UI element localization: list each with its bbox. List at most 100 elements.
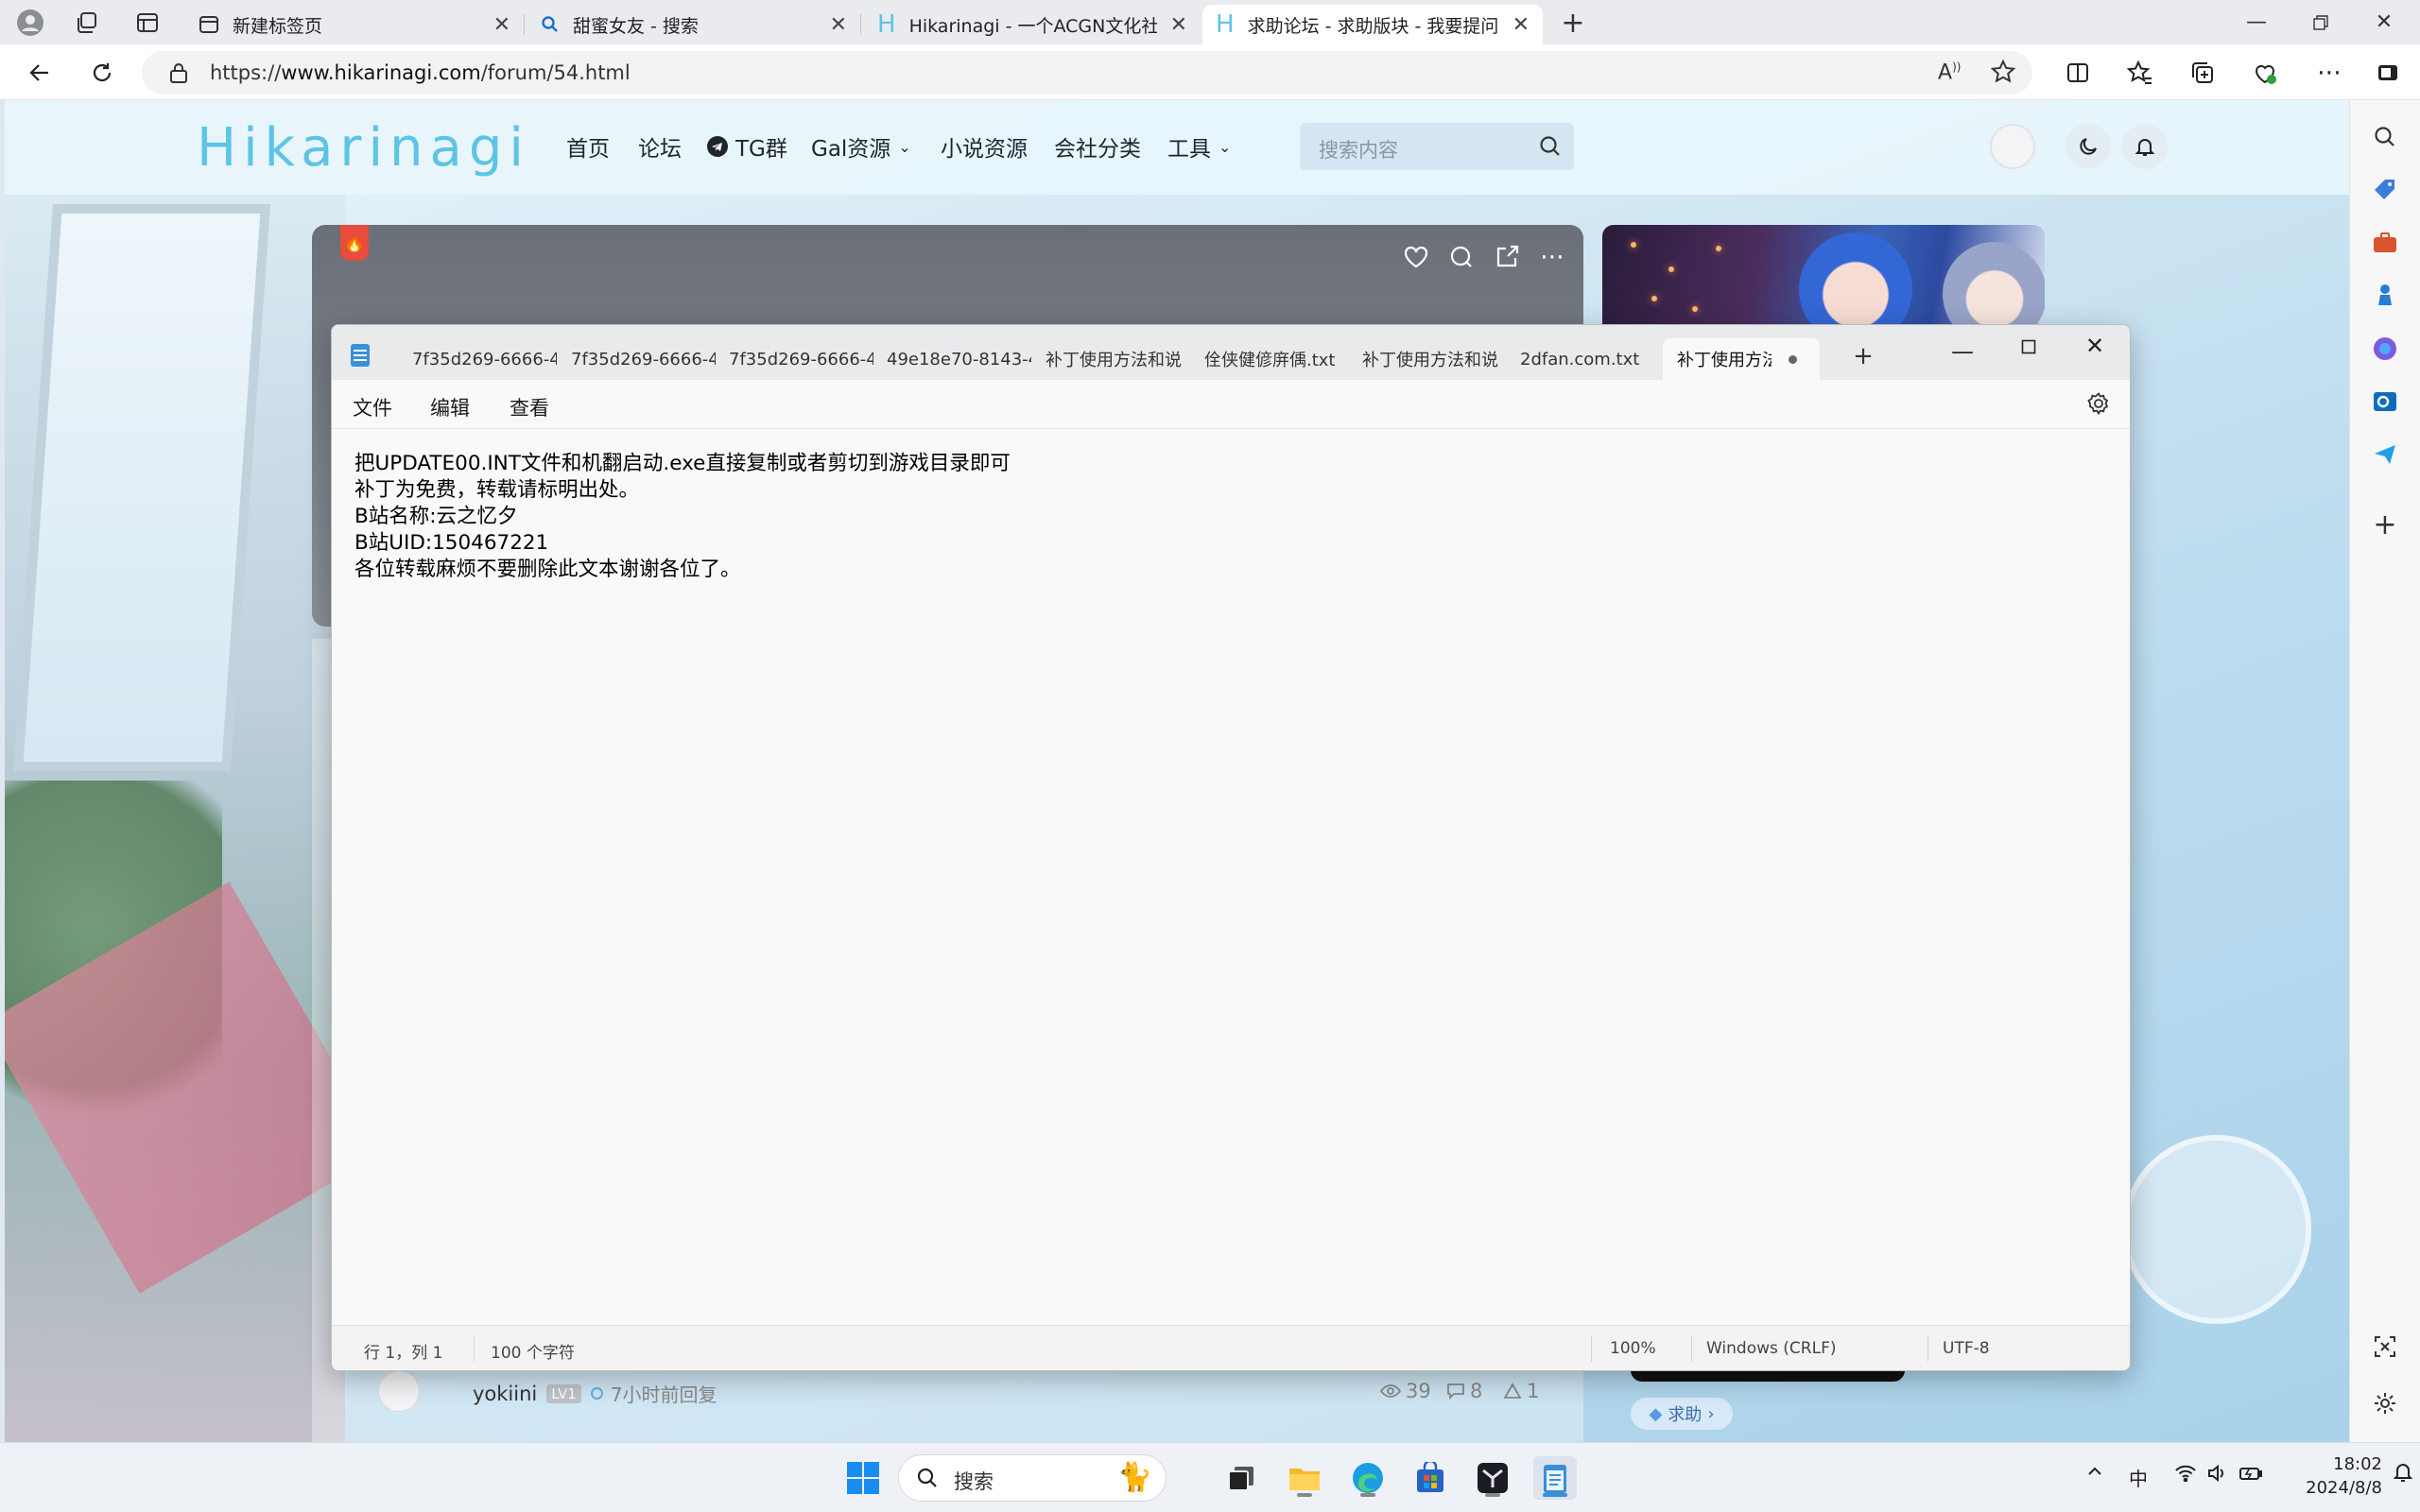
notepad-tab[interactable]: 佺侠健偐庰偊.txt: [1190, 338, 1349, 380]
nav-company-categories[interactable]: 会社分类: [1054, 130, 1141, 163]
notepad-close-icon[interactable]: ✕: [2062, 325, 2128, 367]
sidebar-toggle-icon[interactable]: [2369, 54, 2407, 92]
close-tab-icon[interactable]: ✕: [1512, 13, 1530, 37]
url-text[interactable]: https://www.hikarinagi.com/forum/54.html: [210, 61, 631, 84]
browser-tab-forum[interactable]: H 求助论坛 - 求助版块 - 我要提问！ ✕: [1202, 5, 1543, 44]
outlook-icon[interactable]: [2367, 384, 2403, 420]
url-bar[interactable]: https://www.hikarinagi.com/forum/54.html…: [142, 51, 2032, 94]
nav-novel-resources[interactable]: 小说资源: [941, 130, 1028, 163]
site-search-input[interactable]: 搜索内容: [1300, 123, 1574, 170]
menu-view[interactable]: 查看: [510, 393, 549, 421]
line-ending[interactable]: Windows (CRLF): [1706, 1339, 1837, 1358]
game-app-icon[interactable]: [1471, 1456, 1514, 1500]
notepad-tab[interactable]: 补丁使用方法和说: [1031, 338, 1190, 380]
notepad-tab[interactable]: 49e18e70-8143-40: [873, 338, 1031, 380]
games-chess-icon[interactable]: [2367, 278, 2403, 314]
close-tab-icon[interactable]: ✕: [1170, 13, 1187, 37]
site-logo[interactable]: Hikarinagi: [197, 117, 530, 179]
restore-icon[interactable]: [2290, 0, 2351, 44]
send-plane-icon[interactable]: [2367, 437, 2403, 472]
share-icon[interactable]: [1490, 240, 1524, 274]
microsoft-store-icon[interactable]: [1409, 1456, 1452, 1500]
search-icon[interactable]: [1538, 134, 1563, 163]
notepad-tab[interactable]: 7f35d269-6666-42: [398, 338, 557, 380]
nav-tools[interactable]: 工具 ⌄: [1167, 130, 1231, 163]
notepad-tab[interactable]: 补丁使用方法和说: [1348, 338, 1507, 380]
close-window-icon[interactable]: ✕: [2354, 0, 2414, 44]
encoding[interactable]: UTF-8: [1943, 1339, 1990, 1358]
menu-edit[interactable]: 编辑: [430, 393, 470, 421]
new-tab-button[interactable]: +: [1554, 7, 1592, 40]
dark-mode-icon[interactable]: [2066, 124, 2111, 169]
user-avatar[interactable]: [1990, 124, 2035, 169]
edge-browser-icon[interactable]: [1346, 1456, 1390, 1500]
profile-icon[interactable]: [11, 7, 49, 39]
workspaces-icon[interactable]: [68, 7, 106, 39]
nav-home[interactable]: 首页: [566, 130, 610, 163]
read-aloud-icon[interactable]: A)): [1938, 60, 1961, 84]
notepad-tab[interactable]: 7f35d269-6666-42: [557, 338, 716, 380]
username[interactable]: yokiini: [473, 1383, 537, 1405]
more-options-icon[interactable]: ⋯: [2310, 54, 2348, 92]
collections-icon[interactable]: [2184, 54, 2221, 92]
split-screen-icon[interactable]: [2059, 54, 2097, 92]
close-tab-icon[interactable]: ✕: [493, 13, 510, 37]
zoom-level[interactable]: 100%: [1610, 1339, 1656, 1358]
notepad-tab-active[interactable]: 补丁使用方法: [1663, 338, 1820, 380]
wifi-icon[interactable]: [2174, 1464, 2197, 1487]
notepad-window[interactable]: 7f35d269-6666-42 7f35d269-6666-42 7f35d2…: [331, 324, 2131, 1371]
screenshot-icon[interactable]: [2367, 1329, 2403, 1365]
like-heart-icon[interactable]: [1399, 240, 1433, 274]
browser-tab-hikarinagi[interactable]: H Hikarinagi - 一个ACGN文化社区 ✕: [864, 5, 1201, 44]
task-view-icon[interactable]: [1219, 1456, 1263, 1500]
shopping-tag-icon[interactable]: [2367, 172, 2403, 208]
vertical-tabs-icon[interactable]: [129, 7, 166, 39]
sidebar-search-icon[interactable]: [2367, 119, 2403, 155]
close-tab-icon[interactable]: ✕: [830, 13, 847, 37]
notepad-taskbar-icon[interactable]: [1533, 1456, 1577, 1500]
back-icon[interactable]: [21, 54, 59, 92]
help-tag-chip[interactable]: ◆ 求助 ›: [1631, 1398, 1733, 1430]
settings-gear-icon[interactable]: [2367, 1385, 2403, 1421]
notification-bell-icon[interactable]: [2393, 1462, 2413, 1487]
nav-forum[interactable]: 论坛: [638, 130, 682, 163]
tray-overflow-chevron-icon[interactable]: [2085, 1462, 2104, 1486]
taskbar-search-input[interactable]: 搜索 🐈: [898, 1454, 1167, 1502]
minimize-icon[interactable]: —: [2226, 0, 2287, 44]
nav-gal-resources[interactable]: Gal资源 ⌄: [811, 130, 911, 163]
notepad-new-tab-button[interactable]: +: [1844, 342, 1882, 370]
start-windows-icon[interactable]: [841, 1456, 885, 1500]
sidebar-banner-image[interactable]: [1602, 225, 2045, 329]
volume-icon[interactable]: [2206, 1464, 2229, 1487]
tools-briefcase-icon[interactable]: [2367, 225, 2403, 261]
file-explorer-icon[interactable]: [1283, 1456, 1326, 1500]
lock-icon[interactable]: [168, 61, 189, 88]
unsaved-dot-icon[interactable]: [1789, 355, 1797, 364]
ime-indicator[interactable]: 中: [2129, 1464, 2148, 1491]
notepad-titlebar[interactable]: 7f35d269-6666-42 7f35d269-6666-42 7f35d2…: [332, 325, 2130, 380]
notepad-settings-gear-icon[interactable]: [2086, 391, 2113, 418]
favorite-star-icon[interactable]: [1990, 59, 2016, 89]
browser-tab-search[interactable]: 甜蜜女友 - 搜索 ✕: [527, 5, 861, 44]
browser-essentials-icon[interactable]: [2246, 54, 2284, 92]
notepad-tab[interactable]: 2dfan.com.txt: [1506, 338, 1665, 380]
notepad-tab[interactable]: 7f35d269-6666-42: [715, 338, 873, 380]
notepad-text-area[interactable]: 把UPDATE00.INT文件和机翻启动.exe直接复制或者剪切到游戏目录即可 …: [354, 451, 1011, 583]
battery-icon[interactable]: [2238, 1464, 2263, 1487]
system-clock[interactable]: 18:02 2024/8/8: [2278, 1452, 2382, 1500]
comment-icon[interactable]: [1444, 240, 1478, 274]
nav-telegram[interactable]: TG群: [707, 130, 787, 163]
refresh-icon[interactable]: [83, 54, 121, 92]
notifications-bell-icon[interactable]: [2122, 124, 2168, 169]
avatar[interactable]: [378, 1370, 420, 1412]
post-list-item[interactable]: yokiini LV1 7小时前回复 39 8 1: [312, 1366, 1583, 1423]
add-sidebar-app-icon[interactable]: +: [2367, 507, 2403, 542]
menu-file[interactable]: 文件: [353, 393, 392, 421]
copilot-icon[interactable]: [2367, 331, 2403, 367]
favorites-icon[interactable]: [2121, 54, 2159, 92]
browser-tab-new[interactable]: 新建标签页 ✕: [185, 5, 525, 44]
notepad-maximize-icon[interactable]: [1996, 326, 2062, 368]
notepad-minimize-icon[interactable]: —: [1929, 331, 1996, 372]
views-count: 39: [1406, 1380, 1431, 1402]
more-icon[interactable]: ⋯: [1535, 240, 1569, 274]
